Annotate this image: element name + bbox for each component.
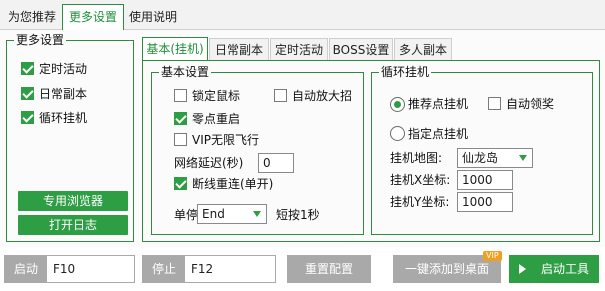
single-stop-select[interactable]: End <box>197 204 267 224</box>
tab-more-settings[interactable]: 更多设置 <box>62 4 124 31</box>
label-recommend-point: 推荐点挂机 <box>408 97 469 111</box>
open-log-button[interactable]: 打开日志 <box>18 215 128 235</box>
stop-hotkey-label: 停止 <box>142 255 186 283</box>
tab-instructions[interactable]: 使用说明 <box>124 5 182 29</box>
checkbox-daily-dungeon[interactable] <box>21 87 34 100</box>
tab-daily-dungeon[interactable]: 日常副本 <box>209 38 269 60</box>
afk-y-input[interactable]: 1000 <box>457 192 513 212</box>
tab-timed-activity[interactable]: 定时活动 <box>270 38 328 60</box>
label-network-delay: 网络延迟(秒) <box>174 156 244 170</box>
network-delay-input[interactable]: 0 <box>258 153 294 173</box>
label-auto-ultimate: 自动放大招 <box>292 89 353 103</box>
afk-x-input[interactable]: 1000 <box>457 170 513 190</box>
vip-badge: VIP <box>483 251 502 261</box>
tab-basic-afk[interactable]: 基本(挂机) <box>142 37 208 61</box>
label-reconnect: 断线重连(单开) <box>192 177 274 191</box>
more-settings-title: 更多设置 <box>14 33 67 47</box>
tab-multiplayer-dungeon[interactable]: 多人副本 <box>394 38 452 60</box>
loop-afk-title: 循环挂机 <box>379 65 432 79</box>
launch-tool-label: 启动工具 <box>540 262 589 276</box>
label-lock-mouse: 锁定鼠标 <box>192 89 241 103</box>
stop-hotkey-input[interactable]: F12 <box>184 255 276 283</box>
top-tab-bar: 为您推荐 更多设置 使用说明 <box>0 0 605 31</box>
start-hotkey-input[interactable]: F10 <box>46 255 135 283</box>
label-specified-point: 指定点挂机 <box>408 127 469 141</box>
launch-tool-button[interactable]: 启动工具 <box>509 255 599 283</box>
afk-map-select[interactable]: 仙龙岛 <box>457 148 533 168</box>
label-auto-reward: 自动领奖 <box>506 97 555 111</box>
chevron-down-icon <box>519 155 527 161</box>
afk-map-value: 仙龙岛 <box>462 151 499 165</box>
label-timed-activity: 定时活动 <box>39 62 88 76</box>
label-loop-afk: 循环挂机 <box>39 111 88 125</box>
tab-boss-settings[interactable]: BOSS设置 <box>329 38 393 60</box>
label-daily-dungeon: 日常副本 <box>39 87 88 101</box>
checkbox-zero-restart[interactable] <box>174 112 187 125</box>
start-hotkey-label: 启动 <box>4 255 48 283</box>
radio-recommend-point[interactable] <box>390 97 405 112</box>
checkbox-timed-activity[interactable] <box>21 62 34 75</box>
label-single-stop: 单停 <box>174 208 199 222</box>
label-afk-x: 挂机X坐标: <box>390 173 451 187</box>
label-afk-map: 挂机地图: <box>390 151 443 165</box>
label-vip-fly: VIP无限飞行 <box>192 133 259 147</box>
label-afk-y: 挂机Y坐标: <box>390 195 450 209</box>
label-zero-restart: 零点重启 <box>192 112 241 126</box>
checkbox-loop-afk[interactable] <box>21 111 34 124</box>
checkbox-auto-reward[interactable] <box>488 97 501 110</box>
checkbox-auto-ultimate[interactable] <box>274 89 287 102</box>
checkbox-lock-mouse[interactable] <box>174 89 187 102</box>
browser-button[interactable]: 专用浏览器 <box>18 191 128 211</box>
tab-recommend[interactable]: 为您推荐 <box>2 5 62 29</box>
reset-config-button[interactable]: 重置配置 <box>287 255 371 283</box>
checkbox-reconnect[interactable] <box>174 177 187 190</box>
checkbox-vip-fly[interactable] <box>174 133 187 146</box>
basic-settings-title: 基本设置 <box>159 65 212 79</box>
radio-specified-point[interactable] <box>390 126 405 141</box>
chevron-down-icon <box>253 211 261 217</box>
single-stop-value: End <box>202 207 225 221</box>
play-icon <box>519 264 526 274</box>
label-short-press: 短按1秒 <box>276 208 320 222</box>
